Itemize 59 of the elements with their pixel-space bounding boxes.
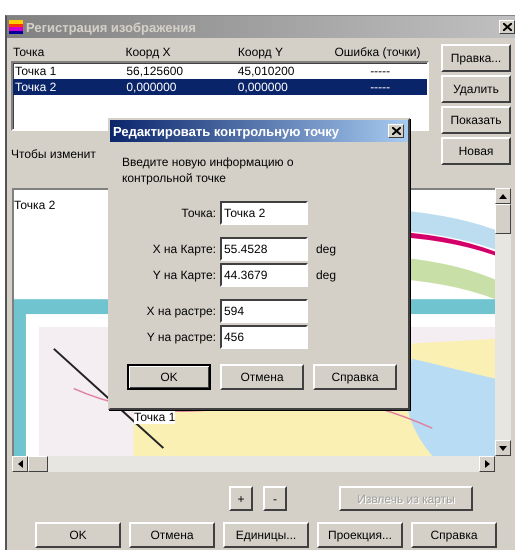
close-icon [502, 23, 512, 31]
scrollbar-thumb[interactable] [495, 204, 511, 234]
row-cell-text: Точка 2 [14, 80, 58, 94]
down-arrow-icon [499, 446, 507, 450]
input-field[interactable]: 44.3679 [220, 263, 308, 287]
input-field[interactable]: 456 [220, 325, 308, 349]
horizontal-scrollbar[interactable] [12, 456, 495, 472]
row-cell-text: ----- [369, 64, 392, 78]
dialog-button[interactable]: Справка [411, 522, 497, 548]
app-icon [9, 20, 23, 34]
hint-text: Чтобы изменит [11, 147, 97, 161]
column-header: Коорд Y [238, 45, 284, 59]
field-label: Точка: [180, 206, 217, 220]
dialog-button[interactable]: Справка [313, 364, 397, 390]
input-field[interactable]: Точка 2 [220, 201, 308, 225]
column-header: Коорд X [125, 45, 172, 59]
side-button[interactable]: Новая [441, 137, 511, 165]
left-arrow-icon [18, 460, 22, 468]
right-arrow-icon [484, 460, 490, 468]
zoom-button[interactable]: + [229, 486, 253, 511]
vertical-scrollbar[interactable] [495, 188, 511, 456]
field-label: Y на Карте: [152, 268, 217, 282]
dialog-button[interactable]: Единицы... [223, 522, 309, 548]
dialog-button[interactable]: OK [35, 522, 121, 548]
point-label: Точка 1 [134, 410, 176, 424]
input-field[interactable]: 594 [220, 299, 308, 323]
column-header: Точка [12, 45, 46, 59]
side-button[interactable]: Удалить [441, 75, 511, 103]
row-cell-text: Точка 1 [14, 64, 58, 78]
unit-label: deg [316, 268, 336, 282]
row-cell-text: 0,000000 [238, 80, 289, 94]
close-button[interactable] [388, 124, 404, 138]
zoom-button[interactable]: - [263, 486, 287, 511]
dialog-button[interactable]: Отмена [129, 522, 215, 548]
close-icon [392, 127, 400, 135]
row-cell-text: 0,000000 [126, 80, 178, 94]
row-cell-text: ----- [369, 80, 392, 94]
instruction-text: Введите новую информацию о контрольной точке [122, 154, 295, 186]
dialog-button[interactable]: OK [127, 364, 211, 390]
up-arrow-icon [499, 194, 507, 198]
field-label: Y на растре: [146, 330, 217, 344]
scrollbar-thumb[interactable] [28, 456, 48, 472]
point-label: Точка 2 [14, 198, 56, 212]
side-button[interactable]: Показать [441, 106, 511, 134]
side-button[interactable]: Правка... [441, 44, 511, 72]
close-button[interactable] [499, 20, 515, 34]
field-label: X на растре: [146, 304, 217, 318]
row-cell-text: 56,125600 [126, 64, 184, 78]
dialog-title: Редактировать контрольную точку [113, 124, 340, 138]
unit-label: deg [316, 242, 336, 256]
list-row[interactable]: Точка 1 56,125600 45,010200 ----- [13, 63, 427, 79]
window-title: Регистрация изображения [26, 20, 197, 34]
column-header: Ошибка (точки) [334, 45, 422, 59]
input-field[interactable]: 55.4528 [220, 237, 308, 261]
dialog-button[interactable]: Проекция... [317, 522, 403, 548]
list-row[interactable]: Точка 2 0,000000 0,000000 ----- [13, 79, 427, 95]
field-label: X на Карте: [152, 242, 217, 256]
dialog-button[interactable]: Отмена [220, 364, 304, 390]
row-cell-text: 45,010200 [238, 64, 296, 78]
